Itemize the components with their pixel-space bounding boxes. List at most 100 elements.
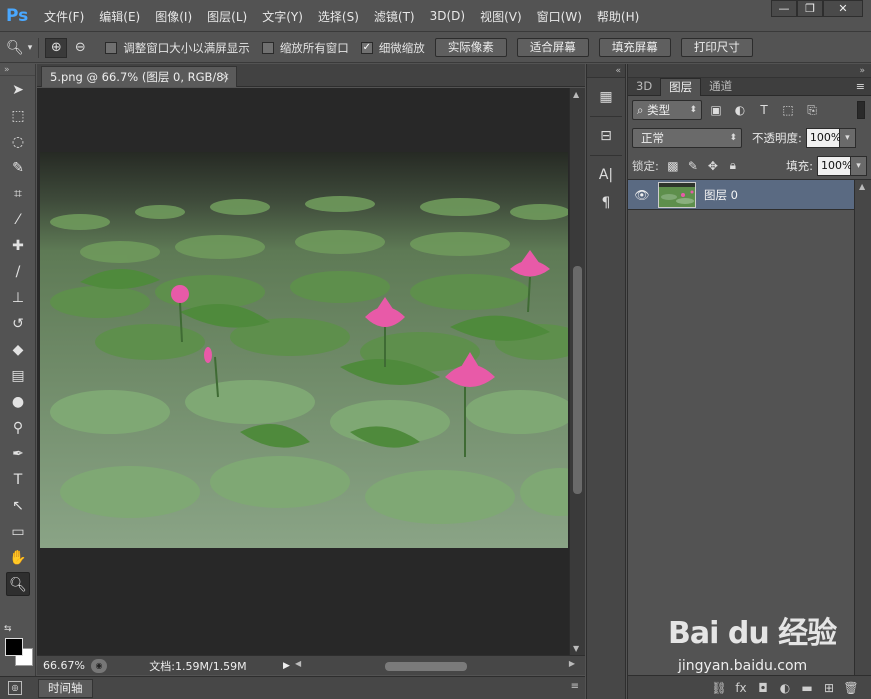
eraser-tool-icon[interactable]: ◆ (6, 338, 30, 362)
crop-tool-icon[interactable]: ⌗ (6, 182, 30, 206)
menu-file[interactable]: 文件(F) (44, 8, 84, 25)
menu-window[interactable]: 窗口(W) (537, 8, 582, 25)
panel-collapse-icon[interactable]: « (587, 64, 625, 78)
lotus-pond-photo[interactable] (40, 152, 568, 548)
menu-3d[interactable]: 3D(D) (430, 9, 465, 23)
fill-input[interactable]: 100% (817, 155, 852, 176)
menu-filter[interactable]: 滤镜(T) (374, 8, 415, 25)
scroll-up-icon[interactable]: ▲ (573, 90, 579, 99)
shape-tool-icon[interactable]: ▭ (6, 520, 30, 544)
add-mask-icon[interactable]: ◘ (752, 681, 774, 695)
pen-tool-icon[interactable]: ✒ (6, 442, 30, 466)
adjustment-layer-filter-icon[interactable]: ◐ (730, 103, 750, 117)
scrubby-zoom-checkbox[interactable]: ✓ 细微缩放 (360, 40, 425, 56)
tab-layers[interactable]: 图层 (660, 78, 702, 96)
zoom-all-windows-checkbox[interactable]: 缩放所有窗口 (261, 40, 349, 56)
history-panel-icon[interactable]: ▦ (593, 84, 619, 110)
minimize-button[interactable]: — (771, 0, 797, 17)
scroll-right-icon[interactable]: ▶ (569, 659, 575, 668)
zoom-out-button[interactable]: ⊖ (69, 38, 91, 58)
layer-filter-select[interactable]: ⌕ 类型 ⬍ (632, 100, 702, 120)
character-panel-icon[interactable]: A| (593, 162, 619, 188)
layer-row[interactable]: 👁︎ 图层 0 (628, 180, 854, 210)
fill-screen-button[interactable]: 填充屏幕 (598, 38, 671, 57)
print-size-button[interactable]: 打印尺寸 (680, 38, 753, 57)
checkbox-box[interactable] (261, 41, 274, 54)
zoom-level-readout[interactable]: 66.67% (37, 659, 91, 672)
smart-object-filter-icon[interactable]: ⎘ (802, 103, 822, 118)
type-layer-filter-icon[interactable]: T (754, 103, 774, 117)
tab-3d[interactable]: 3D (628, 78, 660, 96)
menu-view[interactable]: 视图(V) (480, 8, 522, 25)
history-brush-tool-icon[interactable]: ↺ (6, 312, 30, 336)
brush-presets-panel-icon[interactable]: ⊟ (593, 123, 619, 149)
move-tool-icon[interactable]: ➤ (6, 78, 30, 102)
timeline-tab[interactable]: 时间轴 (38, 679, 93, 698)
lock-transparency-icon[interactable]: ▩ (663, 159, 683, 173)
delete-layer-icon[interactable]: 🗑︎ (840, 681, 862, 695)
swap-colors-icon[interactable]: ⇆ (4, 624, 12, 634)
horizontal-scrollbar[interactable]: ◀ ▶ (295, 659, 575, 673)
panel-menu-icon[interactable]: ≡ (856, 80, 865, 93)
new-group-icon[interactable]: ▬ (796, 681, 818, 695)
canvas-area[interactable] (37, 88, 569, 655)
menu-select[interactable]: 选择(S) (318, 8, 359, 25)
resize-windows-checkbox[interactable]: 调整窗口大小以满屏显示 (105, 40, 250, 56)
shape-layer-filter-icon[interactable]: ⬚ (778, 103, 798, 117)
quick-select-tool-icon[interactable]: ✎ (6, 156, 30, 180)
gradient-tool-icon[interactable]: ▤ (6, 364, 30, 388)
tab-channels[interactable]: 通道 (701, 78, 740, 96)
lock-pixels-icon[interactable]: ✎ (683, 159, 703, 173)
menu-layer[interactable]: 图层(L) (207, 8, 247, 25)
link-layers-icon[interactable]: ⛓ (708, 681, 730, 695)
scroll-up-icon[interactable]: ▲ (859, 182, 865, 191)
filter-toggle-switch[interactable] (857, 101, 865, 119)
lock-position-icon[interactable]: ✥ (703, 159, 723, 173)
panel-collapse-icon[interactable]: » (628, 64, 871, 78)
opacity-dropdown-icon[interactable]: ▾ (839, 128, 856, 148)
marquee-tool-icon[interactable]: ⬚ (6, 104, 30, 128)
menu-help[interactable]: 帮助(H) (597, 8, 639, 25)
healing-brush-tool-icon[interactable]: ✚ (6, 234, 30, 258)
lasso-tool-icon[interactable]: ◌ (6, 130, 30, 154)
eyedropper-tool-icon[interactable]: ⁄ (6, 208, 30, 232)
zoom-in-button[interactable]: ⊕ (45, 37, 68, 58)
menu-edit[interactable]: 编辑(E) (99, 8, 140, 25)
clone-stamp-tool-icon[interactable]: ⊥ (6, 286, 30, 310)
adjustment-layer-icon[interactable]: ◐ (774, 681, 796, 695)
brush-tool-icon[interactable]: / (6, 260, 30, 284)
pixel-layer-filter-icon[interactable]: ▣ (706, 103, 726, 117)
type-tool-icon[interactable]: T (6, 468, 30, 492)
horizontal-scroll-thumb[interactable] (385, 661, 467, 671)
foreground-color-swatch[interactable] (5, 638, 23, 656)
eye-visibility-icon[interactable]: 👁︎ (628, 188, 656, 202)
layer-thumbnail[interactable] (658, 181, 696, 208)
opacity-input[interactable]: 100% (805, 128, 841, 148)
zoom-tool-icon[interactable]: 🔍︎ (6, 572, 30, 596)
hand-tool-icon[interactable]: ✋ (6, 546, 30, 570)
layer-name[interactable]: 图层 0 (704, 187, 738, 203)
maximize-button[interactable]: ❐ (797, 0, 823, 17)
path-select-tool-icon[interactable]: ↖ (6, 494, 30, 518)
document-tab[interactable]: 5.png @ 66.7% (图层 0, RGB/8) × (41, 66, 237, 87)
panel-menu-icon[interactable]: ≡ (571, 681, 579, 692)
new-layer-icon[interactable]: ⊞ (818, 681, 840, 695)
menu-image[interactable]: 图像(I) (155, 8, 192, 25)
panel-collapse-icon[interactable]: » (0, 64, 35, 76)
blend-mode-select[interactable]: 正常 ⬍ (632, 128, 742, 148)
dodge-tool-icon[interactable]: ⚲ (6, 416, 30, 440)
fit-screen-button[interactable]: 适合屏幕 (516, 38, 589, 57)
lock-all-icon[interactable]: 🔒︎ (723, 158, 743, 173)
blur-tool-icon[interactable]: ● (6, 390, 30, 414)
vertical-scrollbar[interactable]: ▲ ▼ (569, 88, 585, 655)
status-arrow-icon[interactable]: ▶ (283, 661, 295, 671)
actual-pixels-button[interactable]: 实际像素 (434, 38, 507, 57)
close-button[interactable]: ✕ (823, 0, 863, 17)
vertical-scroll-thumb[interactable] (573, 266, 582, 494)
checkbox-box[interactable] (105, 41, 118, 54)
timeline-panel-icon[interactable]: ◎ (8, 681, 22, 695)
scroll-down-icon[interactable]: ▼ (573, 644, 579, 653)
tool-preset-dropdown-icon[interactable]: ▾ (28, 43, 33, 53)
checkbox-box-checked[interactable]: ✓ (360, 41, 373, 54)
layer-style-icon[interactable]: fx (730, 681, 752, 695)
